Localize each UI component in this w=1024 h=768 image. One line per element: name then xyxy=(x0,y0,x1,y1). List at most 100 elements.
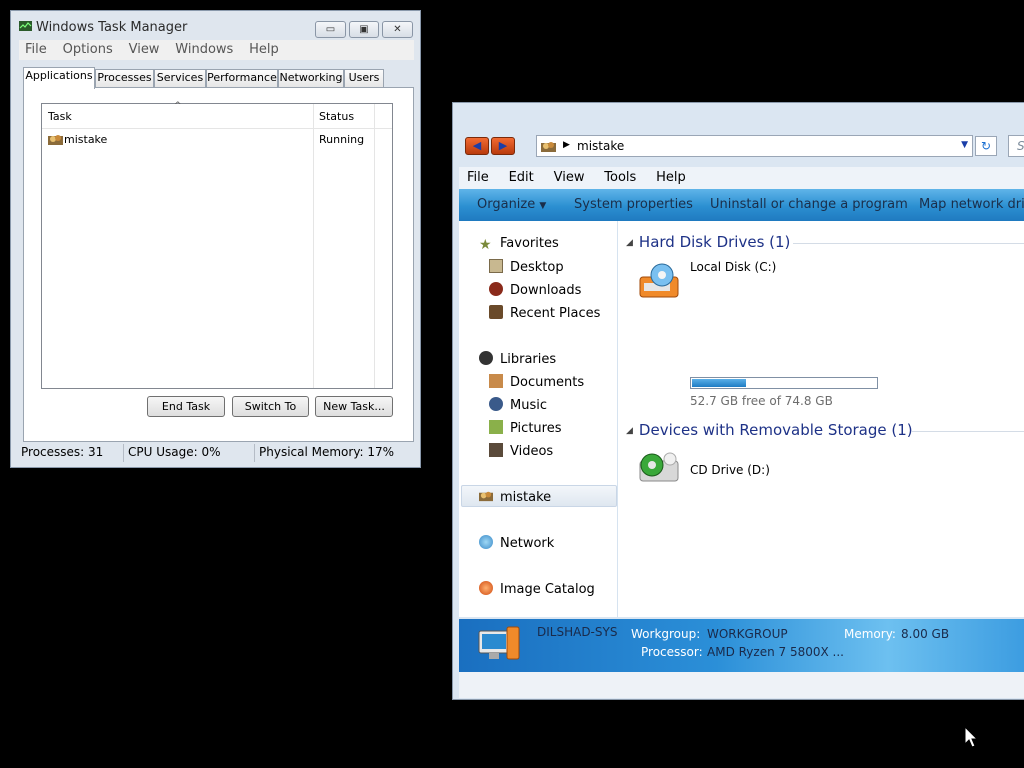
menu-windows[interactable]: Windows xyxy=(169,40,239,57)
task-status: Running xyxy=(319,133,365,146)
drive-local-disk[interactable]: Local Disk (C:) xyxy=(636,260,936,307)
nav-computer[interactable]: mistake xyxy=(479,489,551,505)
close-button[interactable]: ✕ xyxy=(382,21,413,38)
computer-icon xyxy=(479,491,493,502)
menu-help[interactable]: Help xyxy=(243,40,285,57)
system-properties-button[interactable]: System properties xyxy=(574,197,693,212)
task-manager-window: Windows Task Manager ▭ ▣ ✕ File Options … xyxy=(10,10,421,468)
applications-panel: Task ^ Status mistake Running End Task S… xyxy=(23,87,414,442)
physical-memory: Physical Memory: 17% xyxy=(259,445,395,459)
drive-name: CD Drive (D:) xyxy=(690,463,770,477)
address-text: mistake xyxy=(577,139,625,153)
image-catalog-icon xyxy=(479,581,493,595)
organize-button[interactable]: Organize ▼ xyxy=(477,197,546,212)
search-input[interactable]: Se xyxy=(1008,135,1024,157)
column-status[interactable]: Status xyxy=(319,110,354,123)
group-divider xyxy=(912,431,1024,432)
tab-applications[interactable]: Applications xyxy=(23,67,95,89)
forward-button[interactable]: ▶ xyxy=(491,137,515,155)
nav-network[interactable]: Network xyxy=(479,535,554,551)
app-icon xyxy=(48,135,63,145)
processor-value: AMD Ryzen 7 5800X ... xyxy=(707,645,844,659)
command-bar: Organize ▼ System properties Uninstall o… xyxy=(459,189,1024,221)
network-icon xyxy=(479,535,493,549)
drive-name: Local Disk (C:) xyxy=(690,260,777,274)
refresh-button[interactable]: ↻ xyxy=(975,136,997,156)
pictures-icon xyxy=(489,420,503,434)
mouse-cursor-icon xyxy=(964,726,979,748)
menu-bar: File Options View Windows Help xyxy=(19,40,414,60)
tab-networking[interactable]: Networking xyxy=(278,69,344,87)
navigation-bar: ◀ ▶ ▶ mistake ▼ ↻ Se xyxy=(459,133,1024,161)
new-task-button[interactable]: New Task... xyxy=(315,396,393,417)
menu-view[interactable]: View xyxy=(123,40,166,57)
content-pane: ◢ Hard Disk Drives (1) Local Disk (C:) 52… xyxy=(618,221,1024,617)
nav-documents[interactable]: Documents xyxy=(489,374,584,390)
menu-tools[interactable]: Tools xyxy=(596,167,644,185)
column-task[interactable]: Task xyxy=(48,110,72,123)
menu-help[interactable]: Help xyxy=(648,167,694,185)
task-name: mistake xyxy=(64,133,108,146)
nav-desktop[interactable]: Desktop xyxy=(489,259,564,275)
details-pane: DILSHAD-SYS Workgroup: WORKGROUP Memory:… xyxy=(459,619,1024,672)
minimize-button[interactable]: ▭ xyxy=(315,21,346,38)
desktop-icon xyxy=(489,259,503,273)
tab-users[interactable]: Users xyxy=(344,69,384,87)
group-header-removable[interactable]: ◢ Devices with Removable Storage (1) xyxy=(626,421,913,439)
window-title: Windows Task Manager xyxy=(19,20,187,35)
computer-name: DILSHAD-SYS xyxy=(537,625,618,639)
task-manager-icon xyxy=(19,21,32,31)
nav-libraries[interactable]: Libraries xyxy=(479,351,556,367)
nav-image-catalog[interactable]: Image Catalog xyxy=(479,581,595,597)
collapse-triangle-icon[interactable]: ◢ xyxy=(626,238,633,248)
cd-drive-icon xyxy=(639,452,679,482)
uninstall-program-button[interactable]: Uninstall or change a program xyxy=(710,197,908,212)
explorer-window: ◀ ▶ ▶ mistake ▼ ↻ Se File Edit View Tool… xyxy=(452,102,1024,700)
nav-videos[interactable]: Videos xyxy=(489,443,553,459)
libraries-icon xyxy=(479,351,493,365)
nav-downloads[interactable]: Downloads xyxy=(489,282,581,298)
list-header: Task ^ Status xyxy=(42,101,392,388)
map-network-drive-button[interactable]: Map network driv xyxy=(919,197,1024,212)
chevron-down-icon[interactable]: ▼ xyxy=(961,140,968,150)
end-task-button[interactable]: End Task xyxy=(147,396,225,417)
computer-icon xyxy=(478,626,520,660)
recent-places-icon xyxy=(489,305,503,319)
status-bar: Processes: 31 CPU Usage: 0% Physical Mem… xyxy=(19,442,416,464)
table-row[interactable]: mistake Running xyxy=(48,132,388,148)
status-bar xyxy=(459,672,1024,698)
maximize-button[interactable]: ▣ xyxy=(349,21,379,38)
drive-cd[interactable]: CD Drive (D:) xyxy=(636,447,836,489)
processor-label: Processor: xyxy=(641,645,703,659)
disk-usage-fill xyxy=(692,379,746,387)
computer-icon xyxy=(541,142,556,152)
switch-to-button[interactable]: Switch To xyxy=(232,396,309,417)
nav-favorites[interactable]: ★ Favorites xyxy=(479,236,559,252)
menu-view[interactable]: View xyxy=(546,167,593,185)
breadcrumb-chevron-icon[interactable]: ▶ xyxy=(563,140,570,150)
star-icon: ★ xyxy=(479,237,492,253)
menu-file[interactable]: File xyxy=(19,40,53,57)
nav-music[interactable]: Music xyxy=(489,397,547,413)
nav-recent-places[interactable]: Recent Places xyxy=(489,305,600,321)
tab-processes[interactable]: Processes xyxy=(95,69,154,87)
memory-label: Memory: xyxy=(844,627,896,641)
menu-options[interactable]: Options xyxy=(57,40,119,57)
address-bar[interactable]: ▶ mistake ▼ xyxy=(536,135,973,157)
chevron-down-icon: ▼ xyxy=(539,201,547,211)
tab-performance[interactable]: Performance xyxy=(206,69,278,87)
downloads-icon xyxy=(489,282,503,296)
task-list[interactable]: Task ^ Status mistake Running xyxy=(41,101,393,389)
menu-edit[interactable]: Edit xyxy=(501,167,542,185)
music-icon xyxy=(489,397,503,411)
back-button[interactable]: ◀ xyxy=(465,137,489,155)
videos-icon xyxy=(489,443,503,457)
tab-services[interactable]: Services xyxy=(154,69,206,87)
collapse-triangle-icon[interactable]: ◢ xyxy=(626,426,633,436)
menu-file[interactable]: File xyxy=(459,167,497,185)
status-divider xyxy=(254,444,255,462)
nav-pictures[interactable]: Pictures xyxy=(489,420,561,436)
processes-count: Processes: 31 xyxy=(21,445,104,459)
group-header-hard-disk[interactable]: ◢ Hard Disk Drives (1) xyxy=(626,233,790,251)
workgroup-value: WORKGROUP xyxy=(707,627,788,641)
